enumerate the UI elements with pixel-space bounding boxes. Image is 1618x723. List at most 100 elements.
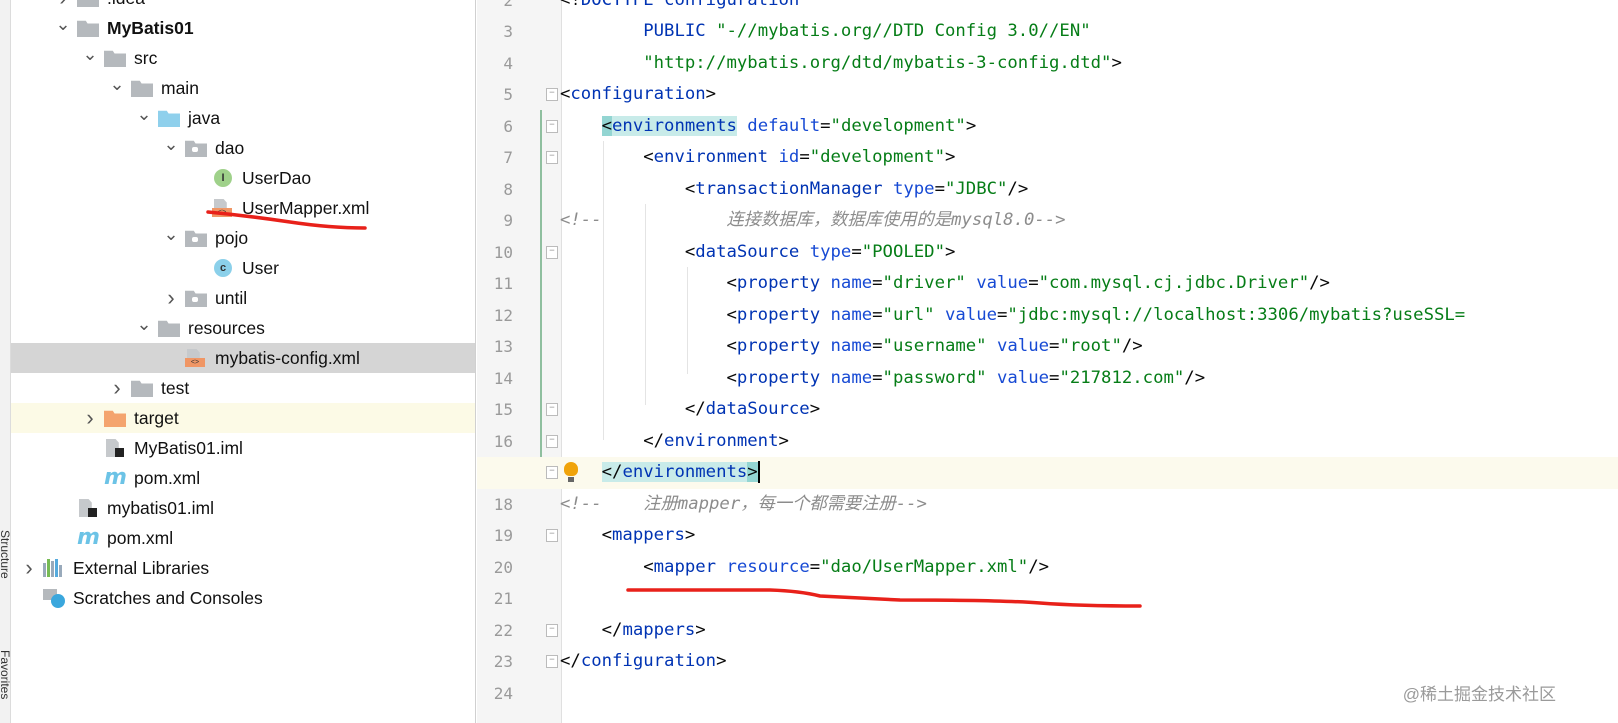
code-token: < <box>560 304 737 325</box>
code-line[interactable]: <environments default="development"> − <box>477 111 1618 143</box>
indent-guide <box>645 204 646 405</box>
fold-toggle-icon[interactable]: − <box>546 88 558 102</box>
tree-item[interactable]: m pom.xml <box>11 463 475 493</box>
code-line[interactable]: </environments> − <box>477 457 1618 489</box>
tree-item[interactable]: › target <box>11 403 475 433</box>
fold-toggle-icon[interactable]: − <box>546 434 558 448</box>
iml-file-icon <box>77 499 99 517</box>
chevron-right-icon[interactable]: › <box>21 555 37 580</box>
chevron-right-icon[interactable]: › <box>82 405 98 430</box>
fold-toggle-icon[interactable]: − <box>546 623 558 637</box>
tree-item[interactable]: I UserDao <box>11 163 475 193</box>
fold-toggle-icon[interactable]: − <box>546 529 558 543</box>
fold-toggle-icon[interactable]: − <box>546 245 558 259</box>
code-line[interactable]: </dataSource> − <box>477 394 1618 426</box>
code-line[interactable]: <mappers> − <box>477 520 1618 552</box>
tree-item[interactable]: c User <box>11 253 475 283</box>
code-token: property <box>736 336 821 357</box>
code-token: "root" <box>1059 336 1122 357</box>
tree-item[interactable]: ⌄ MyBatis01 <box>11 13 475 43</box>
code-token: "jdbc:mysql://localhost:3306/mybatis?use… <box>1007 304 1466 325</box>
tree-item[interactable]: mybatis01.iml <box>11 493 475 523</box>
code-line[interactable]: <!DOCTYPE configuration <box>477 0 1618 16</box>
code-line[interactable]: "http://mybatis.org/dtd/mybatis-3-config… <box>477 48 1618 80</box>
tree-item[interactable]: › External Libraries <box>11 553 475 583</box>
folder-icon <box>131 380 153 397</box>
chevron-down-icon[interactable]: ⌄ <box>82 44 98 64</box>
code-token: "password" <box>882 367 987 388</box>
tree-item[interactable]: › until <box>11 283 475 313</box>
tree-item[interactable]: <> mybatis-config.xml <box>11 343 475 373</box>
chevron-right-icon[interactable]: › <box>163 285 179 310</box>
fold-toggle-icon[interactable]: − <box>546 151 558 165</box>
code-token: > <box>705 84 717 105</box>
code-token: "JDBC" <box>944 178 1008 199</box>
tree-item[interactable]: ⌄ src <box>11 43 475 73</box>
code-line[interactable]: <property name="username" value="root"/> <box>477 331 1618 363</box>
xml-file-icon: <> <box>212 199 234 217</box>
source-folder-icon <box>158 110 180 127</box>
package-icon <box>185 230 207 247</box>
chevron-down-icon[interactable]: ⌄ <box>136 104 152 124</box>
code-token: resource <box>726 556 810 577</box>
tree-item[interactable]: Scratches and Consoles <box>11 583 475 613</box>
code-token: mappers <box>612 525 685 546</box>
fold-toggle-icon[interactable]: − <box>546 655 558 669</box>
chevron-down-icon[interactable]: ⌄ <box>109 74 125 94</box>
code-line[interactable]: PUBLIC "-//mybatis.org//DTD Config 3.0//… <box>477 16 1618 48</box>
chevron-down-icon[interactable]: ⌄ <box>55 14 71 34</box>
code-line[interactable]: <environment id="development"> − <box>477 142 1618 174</box>
code-token: = <box>1049 336 1060 357</box>
chevron-down-icon[interactable]: ⌄ <box>163 134 179 154</box>
code-line[interactable]: <configuration> − <box>477 79 1618 111</box>
code-line[interactable]: <!-- 注册mapper，每一个都需要注册--> <box>477 489 1618 521</box>
tree-item[interactable]: ⌄ dao <box>11 133 475 163</box>
code-editor[interactable]: 23456789101112131415161718192021222324 <… <box>477 0 1618 723</box>
code-line[interactable]: <property name="url" value="jdbc:mysql:/… <box>477 300 1618 332</box>
tree-item[interactable]: ⌄ java <box>11 103 475 133</box>
fold-toggle-icon[interactable]: − <box>546 466 558 480</box>
tree-item[interactable]: › test <box>11 373 475 403</box>
code-line[interactable]: </mappers> − <box>477 615 1618 647</box>
tree-item[interactable]: ⌄ main <box>11 73 475 103</box>
tree-item[interactable]: › .idea <box>11 0 475 13</box>
tree-item[interactable]: MyBatis01.iml <box>11 433 475 463</box>
tree-item[interactable]: ⌄ resources <box>11 313 475 343</box>
code-line[interactable]: </configuration> − <box>477 646 1618 678</box>
resources-folder-icon <box>158 320 180 337</box>
code-line[interactable]: <transactionManager type="JDBC"/> <box>477 174 1618 206</box>
code-line[interactable] <box>477 583 1618 615</box>
fold-toggle-icon[interactable]: − <box>546 403 558 417</box>
chevron-down-icon[interactable]: ⌄ <box>163 224 179 244</box>
code-token: configuration <box>580 651 717 672</box>
chevron-right-icon[interactable]: › <box>109 375 125 400</box>
chevron-down-icon[interactable]: ⌄ <box>136 314 152 334</box>
code-token: dataSource <box>695 241 800 262</box>
tree-item[interactable]: <> UserMapper.xml <box>11 193 475 223</box>
chevron-right-icon[interactable]: › <box>55 0 71 10</box>
lightbulb-icon[interactable] <box>564 462 578 483</box>
package-icon <box>185 140 207 157</box>
code-token: > <box>695 619 706 640</box>
tree-item-label: java <box>188 107 221 128</box>
code-line[interactable]: </environment> − <box>477 426 1618 458</box>
code-line[interactable]: <property name="driver" value="com.mysql… <box>477 268 1618 300</box>
code-line[interactable]: <property name="password" value="217812.… <box>477 363 1618 395</box>
tree-item[interactable]: m pom.xml <box>11 523 475 553</box>
code-token: = <box>872 273 883 294</box>
code-line[interactable]: <dataSource type="POOLED"> − <box>477 237 1618 269</box>
tree-item[interactable]: ⌄ pojo <box>11 223 475 253</box>
code-token: = <box>997 304 1008 325</box>
fold-toggle-icon[interactable]: − <box>546 119 558 133</box>
code-line[interactable]: <!-- 连接数据库，数据库使用的是mysql8.0--> <box>477 205 1618 237</box>
code-line[interactable]: <mapper resource="dao/UserMapper.xml"/> <box>477 552 1618 584</box>
